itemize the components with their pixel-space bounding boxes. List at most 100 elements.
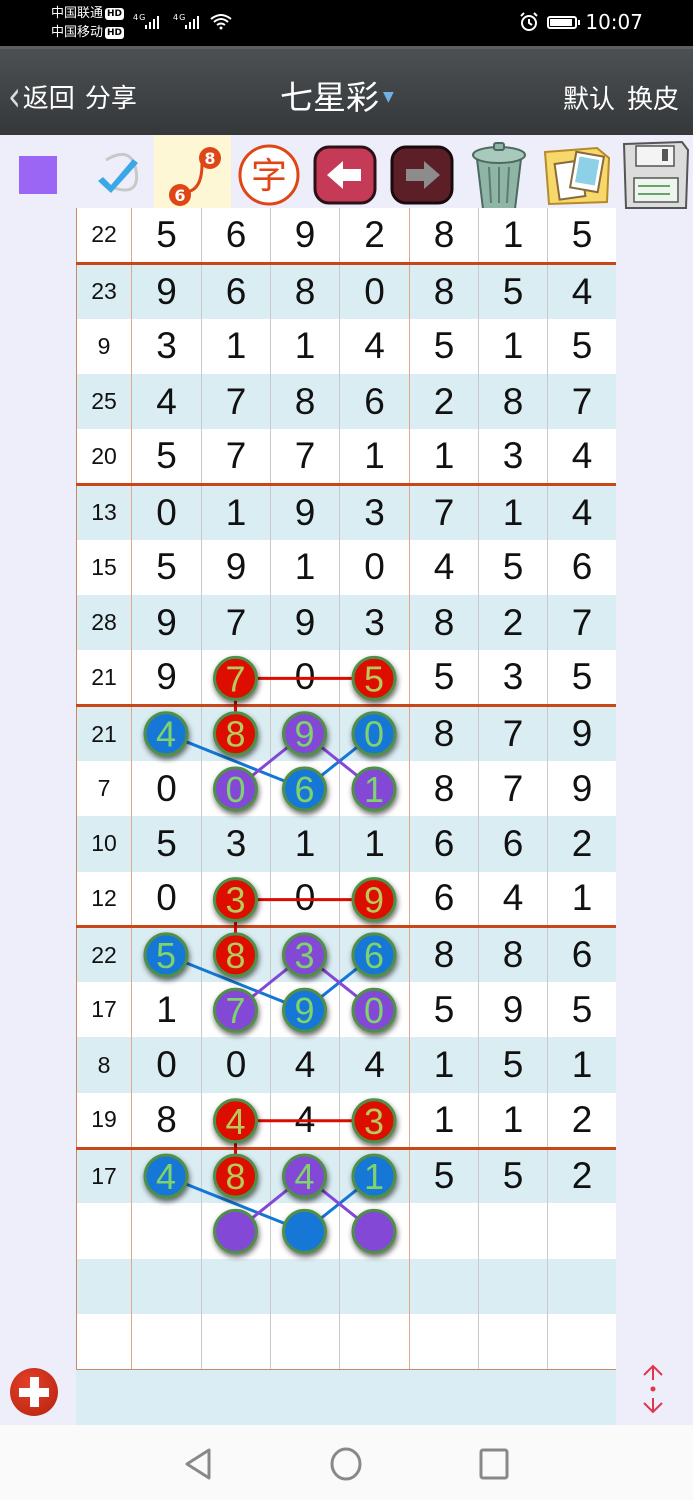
number-cell[interactable]: 2	[547, 1092, 616, 1150]
number-cell[interactable]: 5	[131, 429, 202, 486]
number-cell[interactable]: 4	[339, 318, 410, 374]
number-cell[interactable]: 0	[131, 484, 202, 540]
number-cell[interactable]: 1	[478, 484, 548, 540]
back-chevron-icon[interactable]: ‹	[8, 71, 21, 120]
number-cell[interactable]: 0	[131, 1037, 202, 1093]
number-cell[interactable]: 8	[409, 926, 479, 983]
number-cell[interactable]: 1	[547, 871, 616, 929]
number-cell[interactable]	[478, 1203, 548, 1259]
system-home-button[interactable]	[329, 1447, 363, 1485]
number-cell[interactable]	[339, 1313, 410, 1370]
number-cell[interactable]: 4	[270, 1037, 340, 1093]
number-cell[interactable]	[201, 1258, 271, 1314]
number-cell[interactable]: 4	[339, 1037, 410, 1093]
number-cell[interactable]: 6	[547, 539, 616, 596]
number-cell[interactable]	[201, 1313, 271, 1370]
number-cell[interactable]: 0	[201, 760, 271, 817]
number-cell[interactable]: 7	[478, 760, 548, 817]
default-button[interactable]: 默认	[563, 79, 615, 116]
number-cell[interactable]: 8	[409, 705, 479, 761]
number-cell[interactable]: 2	[547, 1148, 616, 1204]
number-cell[interactable]: 1	[339, 816, 410, 872]
number-cell[interactable]	[547, 1313, 616, 1370]
number-cell[interactable]: 9	[270, 208, 340, 265]
number-cell[interactable]: 8	[270, 373, 340, 430]
number-cell[interactable]: 6	[478, 816, 548, 872]
number-cell[interactable]: 5	[478, 263, 548, 319]
number-cell[interactable]: 4	[131, 705, 202, 761]
number-cell[interactable]: 8	[409, 595, 479, 651]
number-cell[interactable]: 1	[201, 318, 271, 374]
number-cell[interactable]: 9	[131, 263, 202, 319]
number-grid[interactable]: 22 5 6 9 2 8 1 5 23 9 6 8 0 8 5 4 9 3 1 1 4 5 1 5 25 4 7 8 6 2 8 7 20 5 7 7…	[76, 208, 616, 1370]
number-cell[interactable]	[547, 1203, 616, 1259]
number-cell[interactable]: 5	[131, 816, 202, 872]
number-cell[interactable]: 1	[339, 429, 410, 486]
number-cell[interactable]: 7	[201, 429, 271, 486]
number-cell[interactable]: 2	[409, 373, 479, 430]
number-cell[interactable]: 1	[547, 1037, 616, 1093]
number-cell[interactable]: 1	[409, 1037, 479, 1093]
number-cell[interactable]: 0	[270, 871, 340, 929]
number-cell[interactable]	[131, 1203, 202, 1259]
number-cell[interactable]: 5	[478, 1148, 548, 1204]
number-cell[interactable]: 4	[547, 484, 616, 540]
number-cell[interactable]: 1	[201, 484, 271, 540]
number-cell[interactable]: 8	[201, 1148, 271, 1204]
number-cell[interactable]: 1	[270, 318, 340, 374]
number-cell[interactable]: 9	[339, 871, 410, 929]
number-cell[interactable]: 5	[409, 982, 479, 1038]
back-button[interactable]: 返回	[23, 78, 75, 115]
number-cell[interactable]: 8	[131, 1092, 202, 1150]
number-cell[interactable]: 0	[339, 705, 410, 761]
number-cell[interactable]: 7	[270, 429, 340, 486]
number-cell[interactable]: 9	[547, 760, 616, 817]
number-cell[interactable]: 5	[478, 539, 548, 596]
number-cell[interactable]	[478, 1313, 548, 1370]
system-recents-button[interactable]	[478, 1447, 510, 1485]
number-cell[interactable]: 8	[409, 263, 479, 319]
number-cell[interactable]: 1	[409, 1092, 479, 1150]
change-skin-button[interactable]: 换皮	[627, 79, 679, 116]
number-cell[interactable]: 3	[131, 318, 202, 374]
number-cell[interactable]: 6	[201, 263, 271, 319]
number-cell[interactable]: 8	[478, 373, 548, 430]
number-cell[interactable]: 5	[131, 539, 202, 596]
redo-button[interactable]	[386, 135, 458, 215]
number-cell[interactable]: 4	[547, 263, 616, 319]
number-cell[interactable]: 7	[409, 484, 479, 540]
number-cell[interactable]	[131, 1313, 202, 1370]
number-cell[interactable]	[339, 1203, 410, 1259]
number-cell[interactable]: 5	[131, 926, 202, 983]
text-tool[interactable]: 字	[231, 135, 307, 215]
number-cell[interactable]: 6	[339, 926, 410, 983]
system-back-button[interactable]	[183, 1447, 213, 1485]
scroll-toggle-button[interactable]	[636, 1362, 670, 1416]
check-tool[interactable]	[80, 135, 154, 215]
number-cell[interactable]: 1	[409, 429, 479, 486]
gallery-button[interactable]	[538, 135, 616, 215]
number-cell[interactable]: 3	[270, 926, 340, 983]
number-cell[interactable]: 0	[270, 650, 340, 708]
number-cell[interactable]: 6	[409, 871, 479, 929]
number-cell[interactable]: 0	[201, 1037, 271, 1093]
number-cell[interactable]: 8	[201, 926, 271, 983]
number-cell[interactable]: 1	[478, 1092, 548, 1150]
number-cell[interactable]: 0	[339, 263, 410, 319]
number-cell[interactable]	[270, 1313, 340, 1370]
number-cell[interactable]	[131, 1258, 202, 1314]
number-cell[interactable]: 5	[547, 318, 616, 374]
number-cell[interactable]: 0	[131, 760, 202, 817]
number-cell[interactable]: 8	[409, 208, 479, 265]
number-cell[interactable]: 0	[131, 871, 202, 929]
number-cell[interactable]: 4	[409, 539, 479, 596]
number-cell[interactable]: 3	[478, 429, 548, 486]
number-cell[interactable]	[339, 1258, 410, 1314]
number-cell[interactable]: 7	[478, 705, 548, 761]
number-cell[interactable]: 9	[131, 595, 202, 651]
number-cell[interactable]: 9	[270, 705, 340, 761]
number-cell[interactable]: 9	[547, 705, 616, 761]
number-cell[interactable]: 5	[409, 650, 479, 708]
number-cell[interactable]: 5	[547, 982, 616, 1038]
number-cell[interactable]: 2	[547, 816, 616, 872]
